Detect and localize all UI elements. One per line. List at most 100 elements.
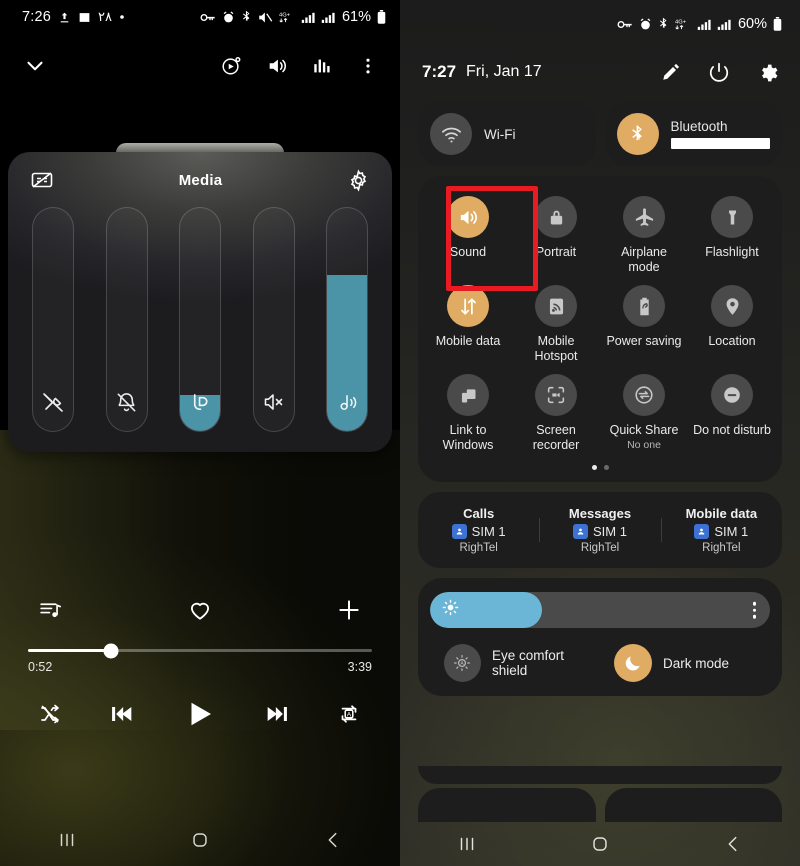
- qs-tile-mobile-data[interactable]: Mobile data: [424, 279, 512, 368]
- status-time: 7:26: [22, 9, 52, 25]
- brightness-card: A Eye comfort shield Dark mode: [418, 578, 782, 696]
- conn-tile-wifi[interactable]: Wi-Fi: [418, 102, 596, 166]
- sim-name: SIM 1: [714, 524, 749, 539]
- sim-header: Mobile data: [685, 506, 758, 521]
- bixby-icon: [189, 391, 212, 419]
- repeat-one-icon[interactable]: A: [336, 701, 362, 727]
- qs-tile-quick-share[interactable]: Quick Share No one: [600, 368, 688, 457]
- play-icon[interactable]: [181, 696, 217, 732]
- volume-icon[interactable]: [266, 55, 288, 77]
- partial-card-right[interactable]: [604, 788, 782, 822]
- qs-tile-sound[interactable]: Sound: [424, 190, 512, 279]
- recents-icon[interactable]: [56, 829, 78, 851]
- slider-system-volume[interactable]: [252, 207, 295, 432]
- right-nav-bar: [400, 822, 800, 866]
- qs-tile-link-to-windows[interactable]: Link to Windows: [424, 368, 512, 457]
- captions-off-icon[interactable]: [30, 168, 54, 192]
- playlist-icon[interactable]: [38, 598, 63, 623]
- alarm-icon: [222, 11, 235, 24]
- volume-icon: [447, 196, 489, 238]
- back-icon[interactable]: [322, 829, 344, 851]
- media-panel-header: [0, 34, 400, 98]
- location-pin-icon: [711, 285, 753, 327]
- qs-label-sound: Sound: [449, 245, 487, 259]
- music-note-icon: [336, 391, 359, 419]
- more-vertical-icon[interactable]: [358, 56, 378, 76]
- media-progress[interactable]: 0:52 3:39: [0, 635, 400, 674]
- battery-leaf-icon: [623, 285, 665, 327]
- label-dark-mode: Dark mode: [663, 655, 730, 671]
- qs-label-mobile-data: Mobile data: [435, 334, 501, 348]
- qs-tile-do-not-disturb[interactable]: Do not disturb: [688, 368, 776, 457]
- edit-pencil-icon[interactable]: [660, 61, 682, 83]
- sim-carrier: RighTel: [459, 542, 498, 554]
- sim-card-icon: [694, 524, 710, 539]
- hotspot-icon: [535, 285, 577, 327]
- alarm-icon: [639, 18, 652, 31]
- moon-icon: [614, 644, 652, 682]
- sim-col-calls[interactable]: Calls SIM 1 RighTel: [418, 506, 539, 554]
- sim-carrier: RighTel: [702, 542, 741, 554]
- sim-header: Messages: [568, 506, 632, 521]
- qs-tile-mobile-hotspot[interactable]: Mobile Hotspot: [512, 279, 600, 368]
- page-dot[interactable]: [603, 465, 609, 470]
- qs-row-3: Link to Windows Screen recorder Quick Sh…: [424, 368, 776, 457]
- qs-tile-airplane-mode[interactable]: Airplane mode: [600, 190, 688, 279]
- home-icon[interactable]: [589, 833, 611, 855]
- qs-tile-location[interactable]: Location: [688, 279, 776, 368]
- equalizer-icon[interactable]: [312, 55, 334, 77]
- gear-icon[interactable]: [756, 61, 778, 83]
- slider-bixby-volume[interactable]: [179, 207, 221, 432]
- back-icon[interactable]: [722, 833, 744, 855]
- chevron-down-icon[interactable]: [22, 53, 48, 79]
- qs-page-indicator: [424, 457, 776, 472]
- brightness-slider[interactable]: [430, 592, 770, 628]
- quick-share-icon: [623, 374, 665, 416]
- partial-card-left[interactable]: [418, 788, 596, 822]
- gear-icon[interactable]: [347, 168, 370, 192]
- more-vertical-icon[interactable]: [752, 601, 756, 619]
- plus-icon[interactable]: [336, 597, 362, 623]
- sim-card-icon: [573, 524, 588, 539]
- qs-tile-screen-recorder[interactable]: Screen recorder: [512, 368, 600, 457]
- qs-label-quick-share: Quick Share: [609, 423, 679, 437]
- qs-label-airplane-mode: Airplane mode: [621, 245, 667, 274]
- minus-circle-icon: [711, 374, 753, 416]
- volume-panel: Media: [8, 152, 392, 452]
- slider-call-volume[interactable]: [32, 207, 74, 432]
- left-nav-bar: [0, 814, 400, 866]
- slider-media-volume[interactable]: [326, 207, 368, 432]
- display-toggles: A Eye comfort shield Dark mode: [430, 644, 770, 682]
- qs-tile-portrait[interactable]: Portrait: [512, 190, 600, 279]
- sim-carrier: RighTel: [580, 542, 620, 554]
- recents-icon[interactable]: [456, 833, 478, 855]
- heart-icon[interactable]: [187, 597, 213, 623]
- power-icon[interactable]: [708, 61, 730, 83]
- previous-icon[interactable]: [108, 700, 136, 728]
- notification-count: ۲۸: [98, 9, 112, 24]
- toggle-dark-mode[interactable]: Dark mode: [600, 644, 770, 682]
- sim-header: Calls: [463, 506, 495, 521]
- progress-knob[interactable]: [103, 643, 119, 658]
- eye-comfort-icon: A: [444, 644, 481, 682]
- next-icon[interactable]: [263, 700, 291, 728]
- conn-label-bluetooth: Bluetooth: [670, 119, 728, 134]
- home-icon[interactable]: [189, 829, 211, 851]
- qs-tile-power-saving[interactable]: Power saving: [600, 279, 688, 368]
- data-transfer-icon: [447, 285, 489, 327]
- qs-label-mobile-hotspot: Mobile Hotspot: [534, 334, 578, 363]
- 4g-plus-icon: 4G+: [675, 17, 691, 31]
- slider-notification-volume[interactable]: [105, 207, 148, 432]
- toggle-eye-comfort-shield[interactable]: A Eye comfort shield: [430, 644, 600, 682]
- spatial-audio-icon[interactable]: [220, 55, 242, 77]
- partial-card-above: [418, 766, 782, 784]
- sim-info-card: Calls SIM 1 RighTel Messages SIM 1 RighT…: [418, 492, 782, 568]
- sim-col-messages[interactable]: Messages SIM 1 RighTel: [539, 506, 660, 554]
- progress-track[interactable]: [28, 643, 372, 658]
- conn-tile-bluetooth[interactable]: Bluetooth: [604, 102, 782, 166]
- qs-tile-flashlight[interactable]: Flashlight: [688, 190, 776, 279]
- sim-col-mobile-data[interactable]: Mobile data SIM 1 RighTel: [660, 506, 782, 554]
- page-dot[interactable]: [591, 465, 597, 470]
- shuffle-off-icon[interactable]: [38, 702, 62, 726]
- bluetooth-icon: [616, 113, 659, 155]
